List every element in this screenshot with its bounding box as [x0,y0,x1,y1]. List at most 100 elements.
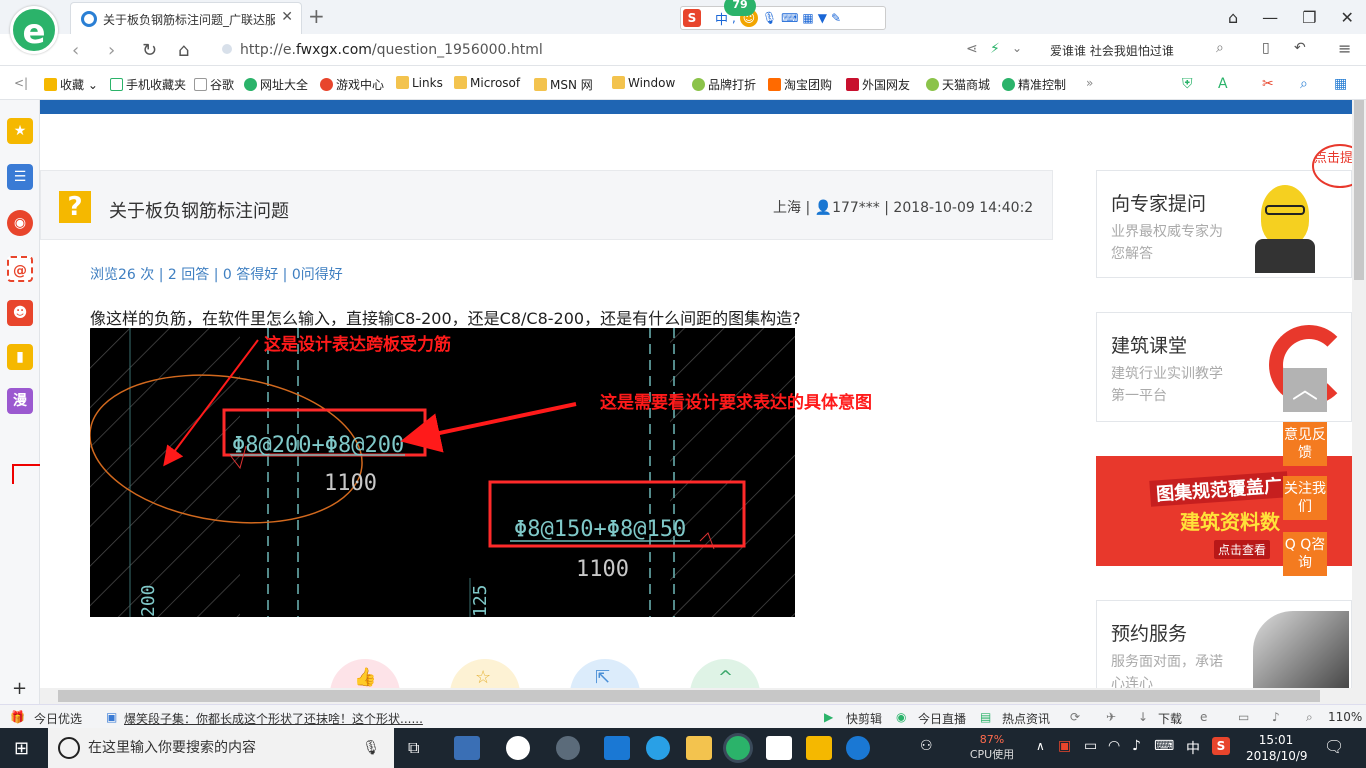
sogou-tray-icon[interactable]: S [1212,737,1230,755]
fav-item-precise[interactable]: 精准控制 [1002,76,1066,93]
ie-taskbar-icon[interactable] [646,736,670,760]
lightning-icon[interactable]: ⚡ [990,41,1000,57]
fav-item-games[interactable]: 游戏中心 [320,76,384,93]
fav-item-google[interactable]: 谷歌 [194,76,234,93]
qq-consult-button[interactable]: Q Q咨询 [1283,532,1327,576]
forward-icon[interactable]: › [108,40,115,61]
edge-icon[interactable] [604,736,630,760]
battery-icon[interactable]: ▭ [1084,738,1097,754]
fav-item-tmall[interactable]: 天猫商城 [926,76,990,93]
menu-icon[interactable]: ≡ [1338,39,1351,58]
chevron-down-icon[interactable]: ⌄ [1012,41,1022,55]
tray-app-icon[interactable]: ▣ [1058,738,1071,754]
mic-taskbar-icon[interactable]: 🎙 [362,728,380,768]
home-icon[interactable]: ⌂ [178,40,189,61]
wrench-icon[interactable]: ✎ [831,11,841,25]
fav-item-msn[interactable]: MSN 网 [534,76,593,93]
undo-icon[interactable]: ↶ [1294,40,1306,56]
url-field[interactable]: http://e.fwxgx.com/question_1956000.html [222,39,942,61]
gift-icon[interactable]: 🎁 [10,710,25,724]
fav-item-brand[interactable]: 品牌打折 [692,76,756,93]
fav-item-taobao[interactable]: 淘宝团购 [768,76,832,93]
window-icon[interactable]: ▭ [1238,710,1249,724]
app-e-icon[interactable] [506,736,530,760]
search-hint[interactable]: 爱谁谁 社会我姐怕过谁 [1050,42,1174,59]
sogou-ime-toolbar[interactable]: S 中 , ☺ 🎙 ⌨ ▦ ▼ ✎ [680,6,886,30]
browser-taskbar-icon[interactable] [726,736,750,760]
notes-icon[interactable] [806,736,832,760]
tab-active[interactable]: 关于板负钢筋标注问题_广联达服 ✕ [70,2,302,34]
reader-icon[interactable]: ☰ [7,164,33,190]
game-icon[interactable]: ☻ [7,300,33,326]
grid-icon[interactable]: ▦ [802,11,813,25]
scissors-icon[interactable]: ✂ [1262,76,1274,92]
fav-item-microsoft[interactable]: Microsof [454,76,520,90]
cpu-monitor[interactable]: 87% CPU使用 [962,732,1022,762]
task-view-icon[interactable]: ⧉ [408,738,419,758]
new-tab-button[interactable]: + [308,4,325,28]
mail-taskbar-icon[interactable] [766,736,792,760]
reload-icon[interactable]: ↻ [142,40,157,61]
maximize-button[interactable]: ❐ [1302,8,1316,27]
like-button[interactable]: 👍 [330,659,400,688]
speaker-icon[interactable]: ♪ [1272,710,1280,724]
quick-clip[interactable]: 快剪辑 [846,710,882,727]
taskbar-search[interactable]: 在这里输入你要搜索的内容 🎙 [48,728,394,768]
more-favorites-icon[interactable]: » [1086,76,1093,90]
phone-icon[interactable]: ▯ [1262,40,1270,56]
people-icon[interactable]: ⚇ [920,738,933,754]
ask-expert-card[interactable]: 向专家提问 业界最权威专家为您解答 [1096,170,1352,278]
comic-icon[interactable]: 漫 [7,388,33,414]
favorite-button[interactable]: ☆ [450,659,520,688]
share-icon[interactable]: ⋖ [966,41,978,57]
browser-logo-icon[interactable]: e [10,6,58,54]
up-button[interactable]: ^ [690,659,760,688]
shirt-icon[interactable]: ▼ [818,11,827,25]
question-stats[interactable]: 浏览26 次 | 2 回答 | 0 答得好 | 0问得好 [90,264,343,284]
ie-icon[interactable]: e [1200,710,1207,724]
refresh-icon[interactable]: ⟳ [1070,710,1080,724]
app-fan-icon[interactable] [454,736,480,760]
fav-item-foreign[interactable]: 外国网友 [846,76,910,93]
add-sidebar-icon[interactable]: + [12,678,27,699]
keyboard-tray-icon[interactable]: ⌨ [1154,738,1174,754]
feedback-button[interactable]: 意见反馈 [1283,422,1327,466]
zoom-level[interactable]: 110% [1328,710,1362,724]
pin-icon[interactable]: ✈ [1106,710,1116,724]
notification-icon[interactable]: 🗨 [1324,737,1344,756]
book-icon[interactable]: ▮ [7,344,33,370]
zoom-icon[interactable]: ⌕ [1306,710,1313,725]
weibo-icon[interactable]: ◉ [7,210,33,236]
fav-item-urls[interactable]: 网址大全 [244,76,308,93]
close-button[interactable]: ✕ [1341,8,1354,27]
app-g-icon[interactable] [846,736,870,760]
back-to-top-button[interactable]: ︿ [1283,368,1327,412]
vertical-scrollbar[interactable] [1352,100,1366,704]
collapse-icon[interactable]: <| [14,76,28,90]
mic-icon[interactable]: 🎙 [762,11,777,25]
volume-icon[interactable]: ♪ [1132,738,1141,754]
h-scroll-thumb[interactable] [58,690,1320,702]
shirt-skin-icon[interactable]: ⌂ [1228,8,1238,27]
fav-item-mobile[interactable]: 手机收藏夹 [110,76,186,93]
windows-start-icon[interactable]: ⊞ [14,738,29,759]
explorer-icon[interactable] [686,736,712,760]
today-picks[interactable]: 今日优选 [34,710,82,727]
apps-icon[interactable]: ▦ [1334,76,1347,92]
banner-button[interactable]: 点击查看 [1214,540,1271,559]
star-icon[interactable]: ★ [7,118,33,144]
fav-item-links[interactable]: Links [396,76,443,90]
back-icon[interactable]: ‹ [72,40,79,61]
magnify-icon[interactable]: ⌕ [1300,76,1308,92]
question-user[interactable]: 177*** [832,200,880,216]
clock[interactable]: 15:01 2018/10/9 [1246,732,1308,764]
mail-icon[interactable]: @ [7,256,33,282]
booking-card[interactable]: 预约服务 服务面对面，承诺心连心 [1096,600,1352,688]
v-scroll-thumb[interactable] [1354,100,1364,280]
share-button[interactable]: ⇱ [570,659,640,688]
horizontal-scrollbar[interactable] [40,688,1352,704]
download-button[interactable]: 下载 [1158,710,1182,727]
app-swirl-icon[interactable] [556,736,580,760]
fav-item-windows[interactable]: Window [612,76,675,90]
wifi-icon[interactable]: ◠ [1108,738,1120,754]
